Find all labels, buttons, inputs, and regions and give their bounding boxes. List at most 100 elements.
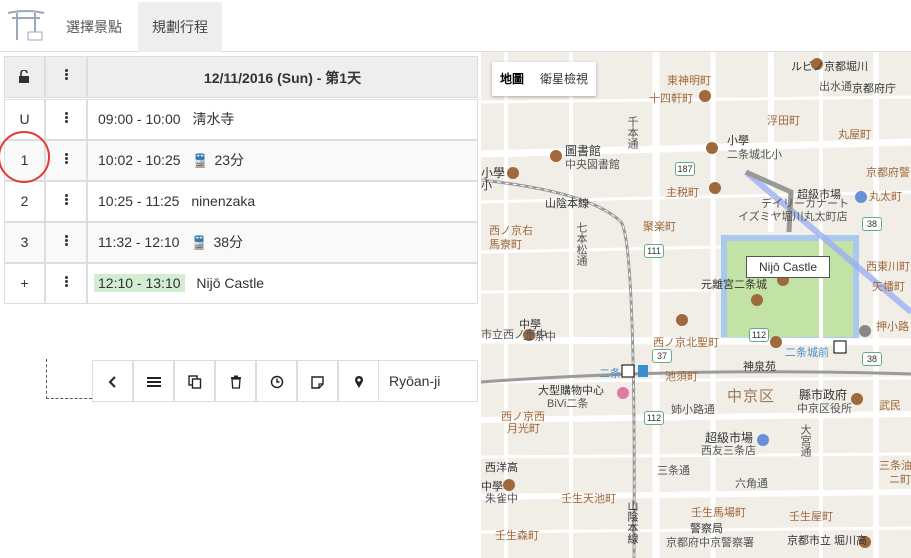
map-label: 十四軒町 — [649, 93, 693, 105]
school-icon[interactable] — [706, 142, 718, 154]
route-shield: 38 — [862, 352, 882, 366]
copy-button[interactable] — [174, 360, 215, 402]
map-view[interactable]: 地圖 衛星檢視 187 111 112 37 38 38 112 ルビノ京都堀川… — [481, 52, 911, 558]
route-shield: 37 — [652, 349, 672, 363]
school-icon[interactable] — [507, 167, 519, 179]
map-label: 西ノ京北聖町 — [653, 337, 719, 349]
row-content: 10:02 - 10:25 🚆 23分 — [87, 140, 478, 181]
temple-icon[interactable] — [709, 182, 721, 194]
map-label: 朱雀中 — [485, 493, 518, 505]
map-label: 市立西ノ京中 — [481, 329, 547, 341]
torii-logo-icon[interactable] — [6, 8, 46, 44]
map-label: 壬生天池町 — [561, 493, 616, 505]
map-label: 出水通 — [819, 81, 852, 93]
vertical-dots-icon — [64, 275, 68, 288]
map-label: 神泉苑 — [743, 361, 776, 373]
map-label: ルビノ京都堀川 — [791, 61, 868, 73]
map-label: 三条通 — [657, 465, 690, 477]
row-index: 1 — [4, 140, 45, 181]
map-label: 二条城北小 — [727, 149, 782, 161]
row-index: 2 — [4, 181, 45, 222]
row-menu-button[interactable] — [45, 99, 87, 140]
map-label: 中央図書館 — [565, 159, 620, 171]
map-label: 西友三条店 — [701, 445, 756, 457]
clock-icon — [270, 376, 283, 389]
temple-icon[interactable] — [770, 336, 782, 348]
route-shield: 112 — [644, 411, 664, 425]
header-menu-button[interactable] — [45, 56, 87, 98]
note-icon — [311, 376, 324, 389]
map-label: 元離宮二条城 — [701, 279, 767, 291]
hospital-icon[interactable] — [859, 325, 871, 337]
shopping-icon[interactable] — [757, 434, 769, 446]
back-button[interactable] — [92, 360, 133, 402]
unlock-icon — [18, 69, 29, 84]
schedule-row[interactable]: 2 10:25 - 11:25 ninenzaka — [4, 181, 478, 222]
castle-poi-icon[interactable] — [751, 294, 763, 306]
map-type-satellite[interactable]: 衛星檢視 — [532, 62, 596, 96]
tab-select-spots[interactable]: 選擇景點 — [52, 2, 138, 52]
schedule-row[interactable]: 3 11:32 - 12:10 🚆 38分 — [4, 222, 478, 263]
row-index: U — [4, 99, 45, 140]
row-index: 3 — [4, 222, 45, 263]
map-label: 聚楽町 — [643, 221, 676, 233]
note-button[interactable] — [297, 360, 338, 402]
unlock-button[interactable] — [4, 56, 45, 98]
hamburger-icon — [146, 377, 161, 388]
shopping-icon[interactable] — [617, 387, 629, 399]
vertical-dots-icon — [64, 111, 68, 124]
map-label: 東神明町 — [667, 75, 711, 87]
delete-button[interactable] — [215, 360, 256, 402]
menu-button[interactable] — [133, 360, 174, 402]
row-menu-button[interactable] — [45, 222, 87, 263]
add-row-button[interactable]: + — [4, 263, 45, 304]
schedule-row[interactable]: 1 10:02 - 10:25 🚆 23分 — [4, 140, 478, 181]
map-type-control: 地圖 衛星檢視 — [492, 62, 597, 96]
row-menu-button[interactable] — [45, 263, 87, 304]
nijo-castle-callout[interactable]: Nijō Castle — [746, 256, 830, 278]
row-place: 淸水寺 — [192, 111, 235, 127]
train-icon: 🚆 — [191, 235, 208, 250]
temple-icon[interactable] — [676, 314, 688, 326]
library-icon[interactable] — [550, 150, 562, 162]
next-place-field[interactable]: Ryōan-ji — [378, 360, 478, 402]
route-shield: 187 — [675, 162, 695, 176]
row-content: 12:10 - 13:10 Nijō Castle — [87, 263, 478, 304]
map-label: 姉小路通 — [671, 404, 715, 416]
row-place: ninenzaka — [191, 193, 256, 209]
location-button[interactable] — [338, 360, 379, 402]
route-shield: 112 — [749, 328, 769, 342]
map-label: 武民 — [879, 400, 901, 412]
tab-plan-trip[interactable]: 規劃行程 — [138, 2, 222, 52]
train-icon: 🚆 — [192, 153, 209, 168]
temple-icon[interactable] — [699, 90, 711, 102]
map-label: 小 — [481, 180, 492, 192]
map-label: 壬生森町 — [495, 530, 539, 542]
day-date-header: 12/11/2016 (Sun) - 第1天 — [87, 56, 478, 98]
government-icon[interactable] — [851, 393, 863, 405]
map-label: 浮田町 — [767, 115, 800, 127]
row-time: 12:10 - 13:10 — [94, 274, 185, 292]
vertical-dots-icon — [64, 152, 68, 165]
schedule-row[interactable]: U 09:00 - 10:00 淸水寺 — [4, 99, 478, 140]
map-label: イズミヤ堀川丸太町店 — [738, 211, 848, 223]
map-label: 丸屋町 — [838, 129, 871, 141]
time-button[interactable] — [256, 360, 297, 402]
vertical-dots-icon — [64, 68, 68, 81]
map-label: 京都市立 堀川高 — [787, 535, 868, 547]
map-label: 京都府庁 — [852, 83, 896, 95]
map-label: 二条 — [599, 368, 621, 380]
row-content: 10:25 - 11:25 ninenzaka — [87, 181, 478, 222]
copy-icon — [187, 375, 201, 389]
row-menu-button[interactable] — [45, 140, 87, 181]
schedule-row-selected[interactable]: + 12:10 - 13:10 Nijō Castle — [4, 263, 478, 304]
row-duration: 23分 — [214, 152, 245, 168]
map-label: 千本通 — [626, 116, 638, 149]
map-type-map[interactable]: 地圖 — [492, 62, 532, 96]
shopping-icon[interactable] — [855, 191, 867, 203]
row-time: 09:00 - 10:00 — [98, 111, 181, 127]
row-menu-button[interactable] — [45, 181, 87, 222]
map-label: 中京区役所 — [797, 403, 852, 415]
map-label: ニ町 — [889, 474, 911, 486]
row-duration: 38分 — [213, 234, 244, 250]
